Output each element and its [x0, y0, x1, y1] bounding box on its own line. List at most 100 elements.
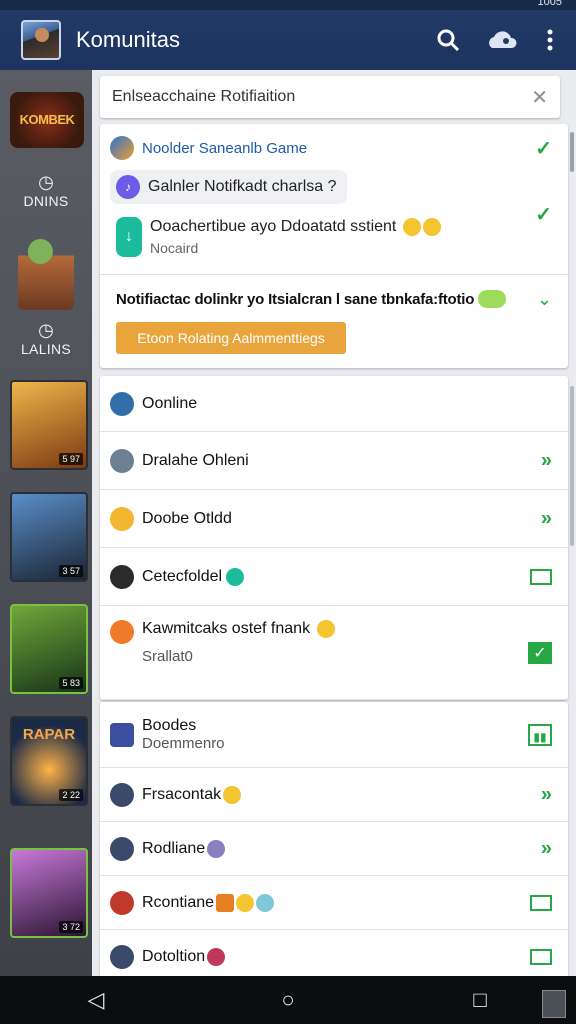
search-icon[interactable]	[424, 16, 472, 64]
list-item-label: Boodes	[142, 717, 197, 734]
sidebar-item-lalins[interactable]: ◷ LALINS	[0, 320, 92, 359]
community-avatar[interactable]	[21, 20, 61, 60]
notification-item[interactable]: ↓ Ooachertibue ayo Ddoatatd sstient Noca…	[100, 212, 568, 262]
sun-icon	[110, 506, 134, 531]
double-chevron-icon[interactable]: »	[541, 449, 552, 472]
avatar	[110, 782, 134, 807]
emoji-icon	[478, 290, 507, 308]
divider	[100, 274, 568, 275]
status-bar: 1005	[0, 0, 576, 10]
list-item[interactable]: Doobe Otldd »	[100, 490, 568, 548]
checkbox-checked[interactable]: ✓	[528, 641, 552, 664]
thumbnail-badge: 5 97	[59, 453, 83, 465]
list-item-label: Kawmitcaks ostef fnank	[142, 620, 311, 638]
game-thumbnail[interactable]: 5 97	[10, 380, 88, 470]
double-chevron-icon[interactable]: »	[541, 783, 552, 806]
emoji-icon	[422, 218, 441, 237]
sidebar-item-label: DNINS	[23, 193, 69, 209]
emoji-icon	[402, 218, 421, 237]
notification-title: Ooachertibue ayo Ddoatatd sstient	[150, 218, 397, 236]
scrollbar[interactable]	[570, 386, 574, 546]
notification-card: Noolder Saneanlb Game ✓ ♪ Galnler Notifk…	[100, 124, 568, 368]
list-item[interactable]: Rodliane »	[100, 822, 568, 876]
thumbnail-badge: 5 83	[59, 677, 83, 689]
close-icon[interactable]: ✕	[531, 85, 548, 110]
list-item-subtitle: Srallat0	[142, 648, 193, 666]
notification-subtitle: Nocaird	[150, 239, 199, 256]
list-item[interactable]: Kawmitcaks ostef fnank Srallat0 ✓	[100, 606, 568, 700]
home-icon[interactable]: ○	[258, 987, 318, 1013]
clock-icon: ◷	[38, 172, 54, 192]
thumbnail-title: RAPAR	[22, 726, 76, 743]
list-item[interactable]: Dralahe Ohleni »	[100, 432, 568, 490]
double-chevron-icon[interactable]: »	[541, 837, 552, 860]
list-item[interactable]: Cetecfoldel	[100, 548, 568, 606]
checkbox[interactable]	[530, 949, 552, 965]
list-item-label: Dralahe Ohleni	[142, 451, 249, 469]
list-item-label: Rodliane	[142, 839, 206, 857]
emoji-icon	[216, 893, 235, 912]
avatar	[110, 836, 134, 861]
hero-avatar[interactable]	[18, 232, 74, 310]
cloud-user-icon[interactable]	[472, 16, 532, 64]
game-logo[interactable]: KOMBEK	[10, 92, 84, 148]
list-item-label: Cetecfoldel	[142, 567, 223, 585]
emoji-icon	[207, 948, 226, 966]
gear-icon	[110, 448, 134, 473]
recents-icon[interactable]: □	[450, 987, 510, 1013]
notification-title: Notifiactac dolinkr yo Itsialcran l sane…	[116, 290, 475, 308]
more-options-icon[interactable]	[532, 16, 568, 64]
bell-icon: ♪	[116, 175, 140, 199]
list-item-label: Doobe Otldd	[142, 509, 232, 527]
double-chevron-icon[interactable]: »	[541, 507, 552, 530]
list-item[interactable]: Boodes Doemmenro ▮▮	[100, 702, 568, 768]
emoji-icon	[207, 839, 226, 858]
app-icon: ↓	[116, 217, 142, 257]
keyboard-switch-icon[interactable]	[542, 990, 566, 1018]
game-thumbnail[interactable]: 5 83	[10, 604, 88, 694]
list-item-label: Frsacontak	[142, 785, 222, 803]
avatar	[110, 945, 134, 969]
list-item[interactable]: Rcontiane	[100, 876, 568, 930]
emoji-icon	[256, 893, 275, 912]
online-icon	[226, 567, 245, 586]
list-item-label: Oonline	[142, 394, 198, 412]
thumbnail-badge: 2 22	[59, 789, 83, 801]
game-icon	[110, 136, 134, 160]
member-list: Boodes Doemmenro ▮▮ Frsacontak » Rodlian…	[100, 702, 568, 984]
game-thumbnail[interactable]: 3 72	[10, 848, 88, 938]
emoji-icon	[236, 893, 255, 912]
checkbox[interactable]	[530, 894, 552, 911]
list-item[interactable]: Oonline	[100, 376, 568, 432]
search-bar[interactable]: Enlseacchaine Rotifiaition ✕	[100, 76, 560, 118]
check-icon[interactable]: ✓	[535, 136, 552, 161]
thumbnail-badge: 3 72	[59, 921, 83, 933]
notification-chip[interactable]: ♪ Galnler Notifkadt charlsa ?	[110, 170, 347, 204]
checkbox[interactable]	[530, 568, 552, 585]
game-thumbnail[interactable]: 3 57	[10, 492, 88, 582]
sidebar-item-label: LALINS	[20, 341, 72, 357]
app-bar: Komunitas	[0, 10, 576, 70]
notification-title: Noolder Saneanlb Game	[142, 139, 308, 157]
back-icon[interactable]: ◁	[66, 987, 126, 1013]
list-item-label: Dotoltion	[142, 948, 206, 965]
status-time: 1005	[537, 0, 562, 8]
search-input[interactable]: Enlseacchaine Rotifiaition	[112, 88, 531, 106]
notification-item[interactable]: Noolder Saneanlb Game ✓	[100, 134, 568, 162]
chart-checkbox[interactable]: ▮▮	[528, 723, 552, 746]
shield-icon	[110, 722, 134, 747]
action-button[interactable]: Etoon Rolating Aalmmenttiegs	[116, 322, 346, 354]
sidebar: KOMBEK ◷ DNINS ◷ LALINS 5 97 3 57 5 83 R…	[0, 70, 92, 976]
notification-item[interactable]: Notifiactac dolinkr yo Itsialcran l sane…	[100, 284, 568, 314]
sidebar-item-online[interactable]: ◷ DNINS	[0, 172, 92, 211]
member-list: Oonline Dralahe Ohleni » Doobe Otldd » C…	[100, 376, 568, 700]
game-thumbnail[interactable]: RAPAR 2 22	[10, 716, 88, 806]
chip-text: Galnler Notifkadt charlsa ?	[148, 178, 337, 195]
emoji-icon	[223, 785, 242, 804]
scrollbar[interactable]	[570, 132, 574, 172]
page-title: Komunitas	[76, 27, 180, 52]
chevron-down-icon[interactable]: ⌄	[537, 289, 552, 310]
clock-icon: ◷	[38, 320, 54, 340]
flower-icon	[110, 620, 134, 644]
list-item[interactable]: Frsacontak »	[100, 768, 568, 822]
